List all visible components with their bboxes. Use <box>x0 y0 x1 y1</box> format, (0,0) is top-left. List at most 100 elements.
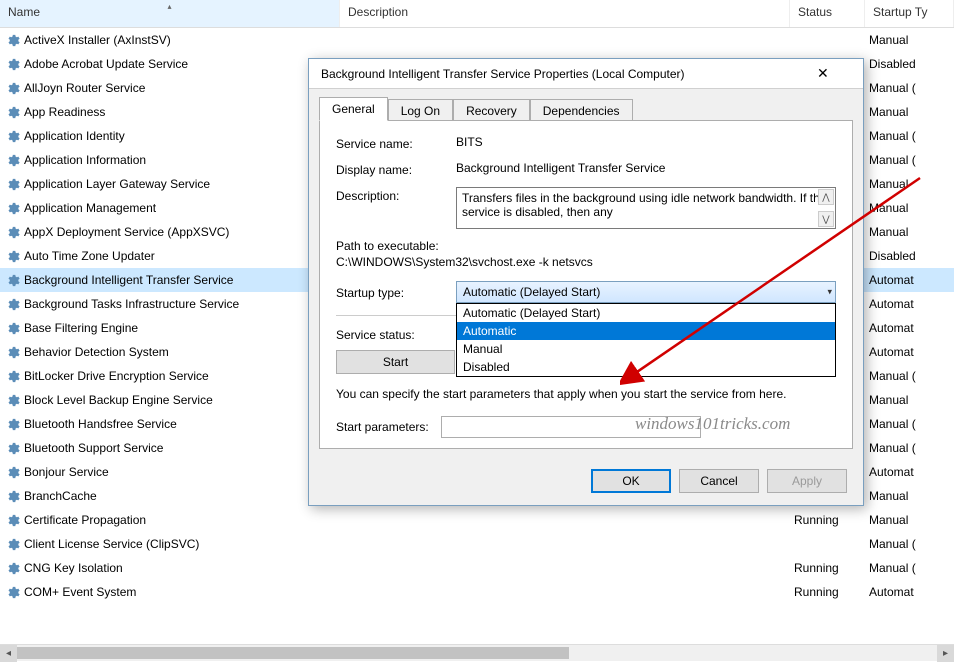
service-name: Behavior Detection System <box>24 345 169 359</box>
help-text: You can specify the start parameters tha… <box>336 386 836 402</box>
service-name: App Readiness <box>24 105 105 119</box>
dialog-title: Background Intelligent Transfer Service … <box>321 67 817 81</box>
label-service-status: Service status: <box>336 326 456 342</box>
description-scroll-down-button[interactable]: ⋁ <box>818 211 834 227</box>
sort-ascending-icon: ▴ <box>167 2 171 11</box>
service-startup-type: Manual <box>865 103 954 121</box>
startup-type-dropdown-list: Automatic (Delayed Start)AutomaticManual… <box>456 303 836 377</box>
gear-icon <box>4 464 20 480</box>
start-parameters-input[interactable] <box>441 416 701 438</box>
gear-icon <box>4 80 20 96</box>
startup-type-option[interactable]: Automatic (Delayed Start) <box>457 304 835 322</box>
service-name: CNG Key Isolation <box>24 561 123 575</box>
startup-type-dropdown-box[interactable]: Automatic (Delayed Start) ▾ <box>456 281 836 303</box>
service-startup-type: Manual <box>865 175 954 193</box>
service-startup-type: Manual ( <box>865 151 954 169</box>
scroll-track[interactable] <box>17 645 937 661</box>
service-description <box>340 590 790 594</box>
gear-icon <box>4 488 20 504</box>
service-row[interactable]: COM+ Event System RunningAutomat <box>0 580 954 604</box>
service-startup-type: Manual ( <box>865 559 954 577</box>
apply-button: Apply <box>767 469 847 493</box>
service-name: ActiveX Installer (AxInstSV) <box>24 33 171 47</box>
label-path: Path to executable: <box>336 239 836 253</box>
horizontal-scrollbar[interactable]: ◂ ▸ <box>0 644 954 661</box>
dialog-titlebar[interactable]: Background Intelligent Transfer Service … <box>309 59 863 89</box>
tab-general[interactable]: General <box>319 97 388 121</box>
scroll-left-button[interactable]: ◂ <box>0 645 17 662</box>
cancel-button[interactable]: Cancel <box>679 469 759 493</box>
service-name: Base Filtering Engine <box>24 321 138 335</box>
service-description <box>340 38 790 42</box>
tab-logon[interactable]: Log On <box>388 99 453 122</box>
description-scroll-up-button[interactable]: ⋀ <box>818 189 834 205</box>
column-header-name[interactable]: Name ▴ <box>0 0 340 27</box>
service-startup-type: Manual <box>865 391 954 409</box>
service-name: BranchCache <box>24 489 97 503</box>
startup-type-option[interactable]: Automatic <box>457 322 835 340</box>
service-properties-dialog: Background Intelligent Transfer Service … <box>308 58 864 506</box>
service-status: Running <box>790 559 865 577</box>
description-textbox[interactable]: Transfers files in the background using … <box>456 187 836 229</box>
dialog-button-row: OK Cancel Apply <box>309 459 863 505</box>
scroll-right-button[interactable]: ▸ <box>937 645 954 662</box>
service-startup-type: Manual <box>865 223 954 241</box>
service-name: AllJoyn Router Service <box>24 81 145 95</box>
value-display-name: Background Intelligent Transfer Service <box>456 161 836 175</box>
service-name: Client License Service (ClipSVC) <box>24 537 199 551</box>
gear-icon <box>4 320 20 336</box>
gear-icon <box>4 512 20 528</box>
service-name: Application Identity <box>24 129 125 143</box>
service-name: Block Level Backup Engine Service <box>24 393 213 407</box>
gear-icon <box>4 416 20 432</box>
description-text: Transfers files in the background using … <box>462 191 826 219</box>
column-header-description[interactable]: Description <box>340 0 790 27</box>
scroll-thumb[interactable] <box>17 647 569 659</box>
chevron-down-icon: ▾ <box>827 287 832 298</box>
service-status: Running <box>790 511 865 529</box>
service-startup-type: Manual <box>865 199 954 217</box>
service-description <box>340 566 790 570</box>
startup-type-dropdown[interactable]: Automatic (Delayed Start) ▾ Automatic (D… <box>456 281 836 303</box>
service-row[interactable]: Client License Service (ClipSVC)Manual ( <box>0 532 954 556</box>
gear-icon <box>4 224 20 240</box>
service-name: Background Intelligent Transfer Service <box>24 273 233 287</box>
start-button[interactable]: Start <box>336 350 455 374</box>
service-startup-type: Manual ( <box>865 367 954 385</box>
service-startup-type: Automat <box>865 295 954 313</box>
tab-recovery[interactable]: Recovery <box>453 99 530 122</box>
ok-button[interactable]: OK <box>591 469 671 493</box>
startup-type-selected: Automatic (Delayed Start) <box>463 285 600 299</box>
service-startup-type: Manual <box>865 31 954 49</box>
gear-icon <box>4 368 20 384</box>
service-name: AppX Deployment Service (AppXSVC) <box>24 225 229 239</box>
service-name: COM+ Event System <box>24 585 136 599</box>
gear-icon <box>4 536 20 552</box>
dialog-tabs: General Log On Recovery Dependencies <box>309 89 863 120</box>
gear-icon <box>4 560 20 576</box>
label-service-name: Service name: <box>336 135 456 151</box>
column-header-startup[interactable]: Startup Ty <box>865 0 954 27</box>
service-startup-type: Automat <box>865 463 954 481</box>
tab-dependencies[interactable]: Dependencies <box>530 99 633 122</box>
service-status: Running <box>790 583 865 601</box>
gear-icon <box>4 56 20 72</box>
service-startup-type: Manual ( <box>865 127 954 145</box>
gear-icon <box>4 584 20 600</box>
column-header-status[interactable]: Status <box>790 0 865 27</box>
gear-icon <box>4 440 20 456</box>
label-startup-type: Startup type: <box>336 284 456 300</box>
service-row[interactable]: CNG Key Isolation RunningManual ( <box>0 556 954 580</box>
service-startup-type: Automat <box>865 583 954 601</box>
service-startup-type: Manual ( <box>865 79 954 97</box>
service-startup-type: Disabled <box>865 247 954 265</box>
gear-icon <box>4 128 20 144</box>
service-startup-type: Automat <box>865 271 954 289</box>
startup-type-option[interactable]: Disabled <box>457 358 835 376</box>
service-row[interactable]: ActiveX Installer (AxInstSV) Manual <box>0 28 954 52</box>
service-row[interactable]: Certificate PropagationRunningManual <box>0 508 954 532</box>
startup-type-option[interactable]: Manual <box>457 340 835 358</box>
gear-icon <box>4 200 20 216</box>
service-description <box>340 542 790 546</box>
close-button[interactable]: ✕ <box>817 61 855 87</box>
